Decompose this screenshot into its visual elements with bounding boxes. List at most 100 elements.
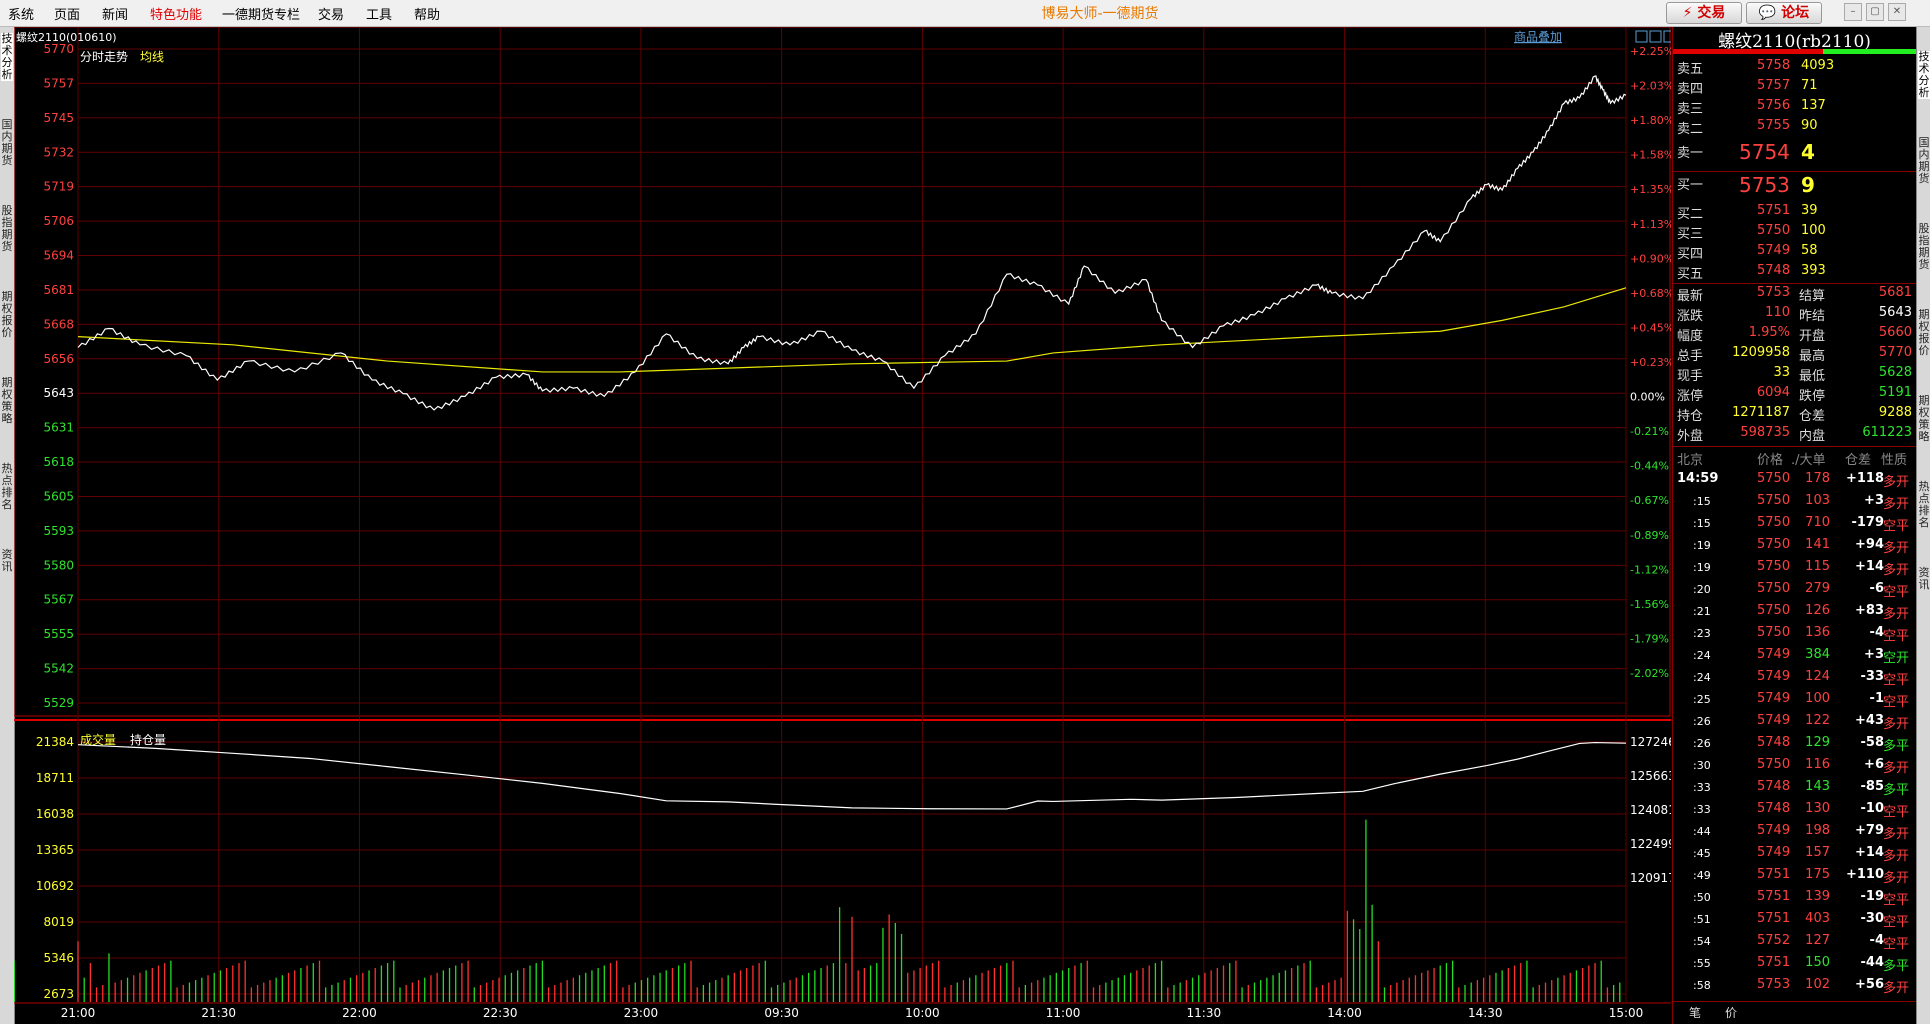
tick-row[interactable]: :24 5749 124 -33 空平 [1673, 669, 1916, 691]
bid-row[interactable]: 买五 5748 393 [1673, 263, 1916, 283]
menu-trade[interactable]: 交易 [318, 4, 344, 23]
tick-time: :51 [1693, 913, 1711, 926]
right-tab-news[interactable]: 资讯 [1918, 567, 1930, 591]
menu-system[interactable]: 系统 [8, 4, 34, 23]
tick-row[interactable]: :51 5751 403 -30 空平 [1673, 911, 1916, 933]
right-tab-options[interactable]: 期权报价 [1918, 309, 1930, 357]
tick-row[interactable]: 14:59 5750 178 +118 多开 [1673, 471, 1916, 493]
tick-price: 5750 [1757, 559, 1791, 574]
tab-price[interactable]: 价 [1713, 1004, 1749, 1021]
tick-row[interactable]: :26 5749 122 +43 多开 [1673, 713, 1916, 735]
forum-button[interactable]: 💬 论坛 [1746, 2, 1822, 24]
ask-row[interactable]: 卖五 5758 4093 [1673, 58, 1916, 78]
tick-row[interactable]: :33 5748 130 -10 空平 [1673, 801, 1916, 823]
pct-tick-label: +1.13% [1630, 218, 1671, 231]
tick-row[interactable]: :30 5750 116 +6 多开 [1673, 757, 1916, 779]
tick-nature: 多开 [1883, 717, 1910, 732]
tick-row[interactable]: :33 5748 143 -85 多平 [1673, 779, 1916, 801]
tick-oi-change: +83 [1855, 603, 1884, 618]
tick-time: :23 [1693, 627, 1711, 640]
bid-row[interactable]: 买一 5753 9 [1673, 173, 1916, 200]
tick-row[interactable]: :20 5750 279 -6 空平 [1673, 581, 1916, 603]
tick-price: 5752 [1757, 933, 1791, 948]
menu-yide-column[interactable]: 一德期货专栏 [222, 4, 300, 23]
tick-oi-change: +43 [1855, 713, 1884, 728]
left-tab-hot[interactable]: 热点排名 [1, 463, 13, 511]
tick-row[interactable]: :49 5751 175 +110 多开 [1673, 867, 1916, 889]
menu-bar: 系统 页面 新闻 特色功能 一德期货专栏 交易 工具 帮助 博易大师-一德期货 … [0, 0, 1930, 27]
close-icon[interactable]: ✕ [1888, 3, 1906, 21]
tick-volume: 143 [1805, 779, 1830, 794]
tick-row[interactable]: :15 5750 103 +3 多开 [1673, 493, 1916, 515]
pct-tick-label: -0.21% [1630, 425, 1669, 438]
bid-row[interactable]: 买四 5749 58 [1673, 243, 1916, 263]
ask-row[interactable]: 卖二 5755 90 [1673, 118, 1916, 138]
tick-time: :26 [1693, 737, 1711, 750]
menu-page[interactable]: 页面 [54, 4, 80, 23]
tick-time: :30 [1693, 759, 1711, 772]
ask-row[interactable]: 卖四 5757 71 [1673, 78, 1916, 98]
tick-row[interactable]: :54 5752 127 -4 空平 [1673, 933, 1916, 955]
ask-row[interactable]: 卖三 5756 137 [1673, 98, 1916, 118]
tick-row[interactable]: :44 5749 198 +79 多开 [1673, 823, 1916, 845]
bid-row[interactable]: 买二 5751 39 [1673, 203, 1916, 223]
intraday-chart[interactable]: 5770 5757 5745 5732 5719 5706 5694 5681 5668 5656… [14, 27, 1671, 1024]
menu-tools[interactable]: 工具 [366, 4, 392, 23]
volume-tick-label: 2673 [43, 987, 74, 1001]
bid-row[interactable]: 买三 5750 100 [1673, 223, 1916, 243]
stat-value: 33 [1773, 365, 1790, 380]
tick-row[interactable]: :19 5750 141 +94 多开 [1673, 537, 1916, 559]
tick-oi-change: +14 [1855, 559, 1884, 574]
tick-row[interactable]: :45 5749 157 +14 多开 [1673, 845, 1916, 867]
right-tab-hot[interactable]: 热点排名 [1918, 481, 1930, 529]
left-tab-news[interactable]: 资讯 [1, 549, 13, 573]
left-tab-tech[interactable]: 技术分析 [1, 33, 13, 81]
menu-help[interactable]: 帮助 [414, 4, 440, 23]
menu-news[interactable]: 新闻 [102, 4, 128, 23]
tick-row[interactable]: :23 5750 136 -4 空平 [1673, 625, 1916, 647]
tick-row[interactable]: :21 5750 126 +83 多开 [1673, 603, 1916, 625]
left-tab-strategy[interactable]: 期权策略 [1, 377, 13, 425]
tick-time: :24 [1693, 671, 1711, 684]
tick-row[interactable]: :26 5748 129 -58 多平 [1673, 735, 1916, 757]
stat-label: 结算 [1799, 289, 1826, 304]
stat-label: 最新 [1677, 289, 1704, 304]
right-tab-domestic[interactable]: 国内期货 [1918, 137, 1930, 185]
minimize-icon[interactable]: – [1844, 3, 1862, 21]
time-tick-label: 14:00 [1327, 1006, 1362, 1020]
zoom-out-icon[interactable] [1649, 30, 1662, 43]
tick-row[interactable]: :55 5751 150 -44 多平 [1673, 955, 1916, 977]
left-tab-domestic[interactable]: 国内期货 [1, 119, 13, 167]
tick-row[interactable]: :19 5750 115 +14 多开 [1673, 559, 1916, 581]
tick-row[interactable]: :24 5749 384 +3 空开 [1673, 647, 1916, 669]
tab-ticks[interactable]: 笔 [1677, 1004, 1713, 1021]
ask-price: 5755 [1757, 118, 1791, 133]
tick-time: :58 [1693, 979, 1711, 992]
strength-bar-green [1823, 49, 1916, 54]
tick-row[interactable]: :15 5750 710 -179 空平 [1673, 515, 1916, 537]
lightning-icon: ⚡ [1682, 5, 1693, 21]
tick-row[interactable]: :25 5749 100 -1 空平 [1673, 691, 1916, 713]
zoom-in-icon[interactable] [1635, 30, 1648, 43]
time-tick-label: 09:30 [764, 1006, 799, 1020]
right-tab-index[interactable]: 股指期货 [1918, 223, 1930, 271]
ask-price: 5756 [1757, 98, 1791, 113]
menu-features[interactable]: 特色功能 [150, 4, 202, 23]
tick-time: :15 [1693, 495, 1711, 508]
tick-row[interactable]: :58 5753 102 +56 多开 [1673, 977, 1916, 999]
right-tab-tech[interactable]: 技术分析 [1918, 51, 1930, 99]
left-tab-index[interactable]: 股指期货 [1, 205, 13, 253]
ask-label: 卖一 [1677, 146, 1704, 161]
trade-button[interactable]: ⚡ 交易 [1666, 2, 1742, 24]
chat-icon: 💬 [1758, 5, 1777, 21]
right-tab-strategy[interactable]: 期权策略 [1918, 395, 1930, 443]
pct-tick-label: +1.35% [1630, 183, 1671, 196]
tick-row[interactable]: :50 5751 139 -19 空平 [1673, 889, 1916, 911]
ask-row[interactable]: 卖一 5754 4 [1673, 140, 1916, 168]
tick-time: :44 [1693, 825, 1711, 838]
tick-nature: 空平 [1883, 629, 1910, 644]
left-tab-options[interactable]: 期权报价 [1, 291, 13, 339]
right-tab-strip: 技术分析 国内期货 股指期货 期权报价 期权策略 热点排名 资讯 [1916, 27, 1930, 1024]
stat-label: 现手 [1677, 369, 1704, 384]
maximize-icon[interactable]: ▢ [1866, 3, 1884, 21]
